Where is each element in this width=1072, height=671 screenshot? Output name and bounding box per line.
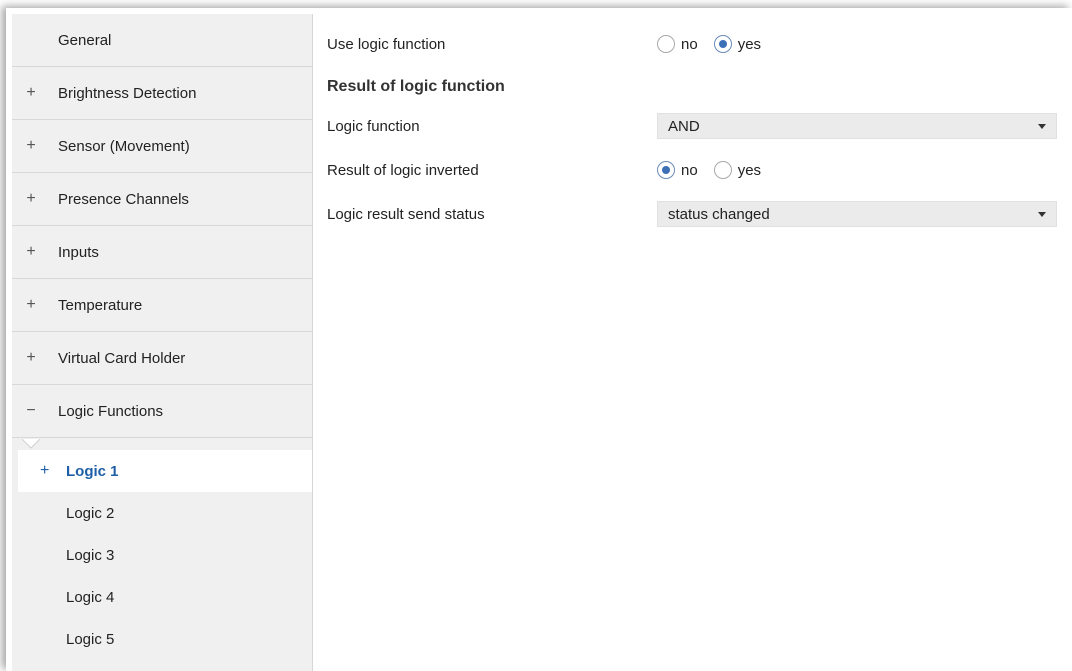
logic-function-value: AND: [668, 117, 700, 135]
sidebar-item-label: Logic Functions: [58, 402, 164, 420]
sidebar-item-inputs[interactable]: + Inputs: [12, 226, 312, 279]
sidebar-subitem-logic-1[interactable]: + Logic 1: [18, 450, 312, 492]
result-inverted-yes-radio[interactable]: [713, 161, 732, 179]
sidebar-item-general[interactable]: General: [12, 14, 312, 67]
expand-icon[interactable]: +: [24, 349, 38, 367]
sidebar-item-virtual-card-holder[interactable]: + Virtual Card Holder: [12, 332, 312, 385]
sidebar-item-label: Inputs: [58, 243, 99, 261]
expand-icon[interactable]: +: [24, 190, 38, 208]
use-logic-radio-group: no yes: [657, 35, 771, 53]
sidebar-subitem-logic-2[interactable]: Logic 2: [12, 492, 312, 534]
use-logic-no-label[interactable]: no: [681, 36, 698, 53]
sidebar-item-logic-functions[interactable]: − Logic Functions: [12, 385, 312, 438]
result-inverted-row: Result of logic inverted no yes: [327, 154, 1058, 186]
result-inverted-no-radio[interactable]: [657, 161, 675, 179]
sidebar-item-label: Temperature: [58, 296, 143, 314]
sidebar-item-label: Brightness Detection: [58, 84, 197, 102]
sidebar-item-label: Virtual Card Holder: [58, 349, 186, 367]
expand-icon[interactable]: +: [24, 137, 38, 155]
result-inverted-label: Result of logic inverted: [327, 161, 479, 179]
chevron-down-icon: [1038, 124, 1046, 129]
sidebar-item-label: Presence Channels: [58, 190, 189, 208]
expand-icon[interactable]: +: [24, 296, 38, 314]
send-status-value: status changed: [668, 205, 770, 223]
send-status-label: Logic result send status: [327, 205, 485, 223]
logic-function-row: Logic function AND: [327, 110, 1058, 142]
sidebar-subitem-label: Logic 1: [66, 462, 119, 480]
use-logic-row: Use logic function no yes: [327, 28, 1058, 60]
send-status-select[interactable]: status changed: [657, 201, 1057, 227]
result-inverted-radio-group: no yes: [657, 161, 771, 179]
expand-icon[interactable]: +: [24, 243, 38, 261]
sidebar-item-label: Sensor (Movement): [58, 137, 190, 155]
sidebar-subitem-label: Logic 5: [66, 630, 115, 648]
collapse-icon[interactable]: −: [24, 402, 38, 420]
use-logic-yes-radio[interactable]: [713, 35, 732, 53]
sidebar-subitem-logic-3[interactable]: Logic 3: [12, 534, 312, 576]
expand-icon[interactable]: +: [24, 84, 38, 102]
result-inverted-no-label[interactable]: no: [681, 162, 698, 179]
use-logic-no-radio[interactable]: [657, 35, 675, 53]
chevron-down-icon: [1038, 212, 1046, 217]
logic-function-select[interactable]: AND: [657, 113, 1057, 139]
sidebar-item-brightness-detection[interactable]: + Brightness Detection: [12, 67, 312, 120]
sidebar-item-label: General: [58, 31, 112, 49]
sidebar-subitem-logic-5[interactable]: Logic 5: [12, 618, 312, 660]
sidebar-item-temperature[interactable]: + Temperature: [12, 279, 312, 332]
sidebar-item-sensor-movement[interactable]: + Sensor (Movement): [12, 120, 312, 173]
logic-function-label: Logic function: [327, 117, 420, 135]
use-logic-label: Use logic function: [327, 35, 446, 53]
sidebar-subitem-label: Logic 3: [66, 546, 115, 564]
sidebar: General + Brightness Detection + Sensor …: [12, 14, 313, 671]
parameter-panel: Use logic function no yes Result of logi…: [313, 14, 1072, 671]
expand-icon[interactable]: +: [40, 462, 49, 480]
sidebar-subitem-logic-4[interactable]: Logic 4: [12, 576, 312, 618]
result-inverted-yes-label[interactable]: yes: [738, 162, 761, 179]
section-title: Result of logic function: [327, 78, 505, 95]
sidebar-item-presence-channels[interactable]: + Presence Channels: [12, 173, 312, 226]
sidebar-subitem-label: Logic 2: [66, 504, 115, 522]
sidebar-subitem-label: Logic 4: [66, 588, 115, 606]
send-status-row: Logic result send status status changed: [327, 198, 1058, 230]
use-logic-yes-label[interactable]: yes: [738, 36, 761, 53]
tree-notch-icon: [22, 439, 40, 449]
